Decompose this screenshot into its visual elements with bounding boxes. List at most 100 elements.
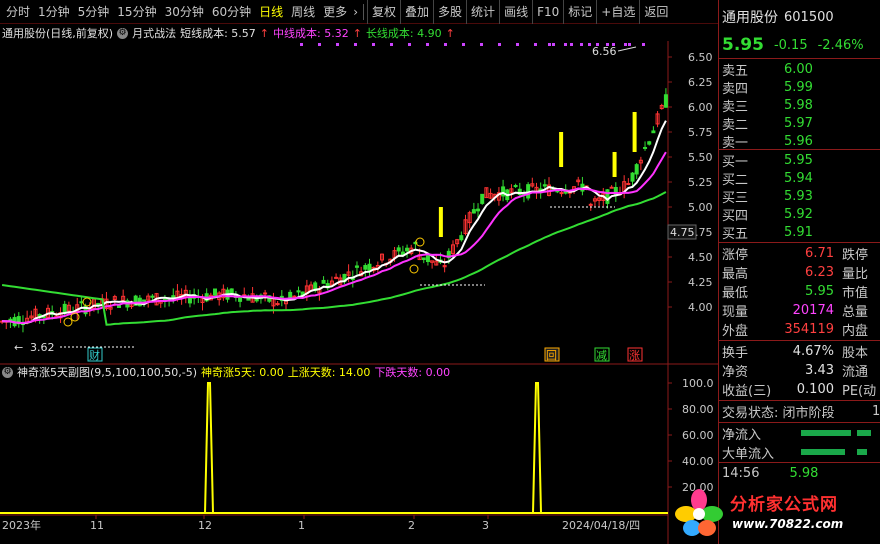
candle-body[interactable]	[501, 186, 506, 197]
stats-row: 现量 20174 总量	[722, 301, 878, 320]
candle-body[interactable]	[476, 208, 481, 212]
signal-candle[interactable]	[559, 132, 564, 167]
period-2[interactable]: 5分钟	[74, 0, 114, 24]
candle-body[interactable]	[513, 185, 518, 188]
period-7[interactable]: 周线	[287, 0, 319, 24]
candle-body[interactable]	[321, 279, 326, 284]
candle-body[interactable]	[263, 292, 268, 295]
candle-body[interactable]	[634, 164, 639, 175]
signal-dot	[552, 43, 555, 46]
candle-body[interactable]	[116, 305, 121, 308]
sub-indicator-bar: ⚙ 神奇涨5天副图(9,5,100,100,50,-5) 神奇涨5天: 0.00…	[0, 364, 718, 380]
stats-extra: 总量	[842, 304, 869, 320]
candle-body[interactable]	[405, 247, 410, 252]
period-4[interactable]: 30分钟	[161, 0, 208, 24]
mid-cost-arrow: ↑	[352, 26, 362, 40]
price-tick-label: 4.50	[688, 251, 713, 264]
gear-icon[interactable]: ⚙	[2, 366, 13, 378]
stats-value: 20174	[792, 302, 834, 318]
kline-chart[interactable]: 6.50 6.25 6.00 5.75 5.50 5.25 5.00 4.75 4.50 4.25…	[0, 25, 718, 544]
candle-body[interactable]	[292, 295, 297, 298]
sub-indicator-name[interactable]: 神奇涨5天副图(9,5,100,100,50,-5)	[17, 364, 197, 380]
candle-body[interactable]	[559, 192, 564, 195]
period-3[interactable]: 15分钟	[113, 0, 160, 24]
action-5[interactable]: F10	[532, 0, 563, 24]
candle-body[interactable]	[647, 141, 652, 145]
gear-icon[interactable]: ⚙	[117, 27, 129, 39]
stats-label: 最低	[722, 285, 749, 301]
candle-body[interactable]	[643, 146, 648, 149]
candle-body[interactable]	[229, 288, 234, 294]
signal-badge-label: 减	[596, 349, 607, 362]
signal-candle[interactable]	[438, 207, 443, 237]
candle-body[interactable]	[459, 235, 464, 241]
candle-body[interactable]	[238, 296, 243, 302]
signal-dot	[570, 43, 573, 46]
action-4[interactable]: 画线	[499, 0, 532, 24]
stats-value: 6.71	[805, 245, 834, 261]
price-row: 5.95 -0.15 -2.46%	[722, 34, 878, 56]
signal-dot	[336, 43, 339, 46]
candle-body[interactable]	[609, 186, 614, 189]
candle-body[interactable]	[425, 255, 430, 263]
candle-body[interactable]	[542, 184, 547, 187]
stats-value: 354119	[784, 321, 834, 337]
candle-body[interactable]	[363, 265, 368, 270]
candle-body[interactable]	[421, 257, 426, 261]
action-2[interactable]: 多股	[433, 0, 466, 24]
formula-name[interactable]: 月式战法	[132, 25, 176, 41]
signal-candle[interactable]	[632, 112, 637, 152]
low-arrow-icon: ←	[14, 341, 23, 354]
candle-body[interactable]	[354, 265, 359, 268]
big-inflow-label: 大单流入	[722, 446, 775, 462]
candle-body[interactable]	[480, 193, 485, 204]
price-tick-label: 6.50	[688, 51, 713, 64]
stats-extra: 内盘	[842, 323, 869, 339]
signal-dot	[390, 43, 393, 46]
candle-body[interactable]	[471, 209, 476, 214]
candle-body[interactable]	[663, 94, 668, 108]
candle-body[interactable]	[396, 247, 401, 252]
action-7[interactable]: +自选	[596, 0, 639, 24]
candle-body[interactable]	[288, 291, 293, 298]
marker-circle-icon	[409, 264, 419, 274]
signal-badge-label: 涨	[629, 349, 640, 362]
candle-body[interactable]	[651, 130, 656, 134]
low-label: 3.62	[30, 341, 55, 354]
stats2-row: 换手 4.67% 股本	[722, 342, 878, 361]
mid-cost-label: 中线成本: 5.32	[273, 27, 349, 40]
asks-label: 卖一	[722, 135, 749, 151]
signal-candle[interactable]	[612, 152, 617, 177]
action-8[interactable]: 返回	[639, 0, 672, 24]
action-0[interactable]: 复权	[367, 0, 400, 24]
signal-dot	[624, 43, 627, 46]
time-tick-label: 3	[482, 519, 489, 532]
candle-body[interactable]	[588, 203, 593, 206]
candle-body[interactable]	[150, 295, 155, 298]
candle-body[interactable]	[367, 263, 372, 272]
big-inflow-bar	[801, 449, 845, 455]
period-8[interactable]: 更多	[319, 0, 351, 24]
period-0[interactable]: 分时	[2, 0, 34, 24]
candle-body[interactable]	[296, 290, 301, 293]
candle-body[interactable]	[213, 288, 218, 296]
candle-body[interactable]	[630, 172, 635, 182]
signal-dot	[548, 43, 551, 46]
stock-name: 通用股份	[722, 10, 778, 26]
action-6[interactable]: 标记	[563, 0, 596, 24]
candle-body[interactable]	[626, 183, 631, 186]
bids-label: 买四	[722, 208, 749, 224]
period-5[interactable]: 60分钟	[208, 0, 255, 24]
period-6[interactable]: 日线	[255, 0, 287, 24]
more-arrow-icon[interactable]: ›	[351, 0, 360, 24]
candle-body[interactable]	[187, 297, 192, 304]
candle-body[interactable]	[142, 299, 147, 302]
candle-body[interactable]	[79, 301, 84, 304]
signal-dot	[462, 43, 465, 46]
action-3[interactable]: 统计	[466, 0, 499, 24]
action-1[interactable]: 叠加	[400, 0, 433, 24]
stats-value: 5.95	[805, 283, 834, 299]
period-1[interactable]: 1分钟	[34, 0, 74, 24]
candle-body[interactable]	[605, 189, 610, 204]
signal-dot	[444, 43, 447, 46]
